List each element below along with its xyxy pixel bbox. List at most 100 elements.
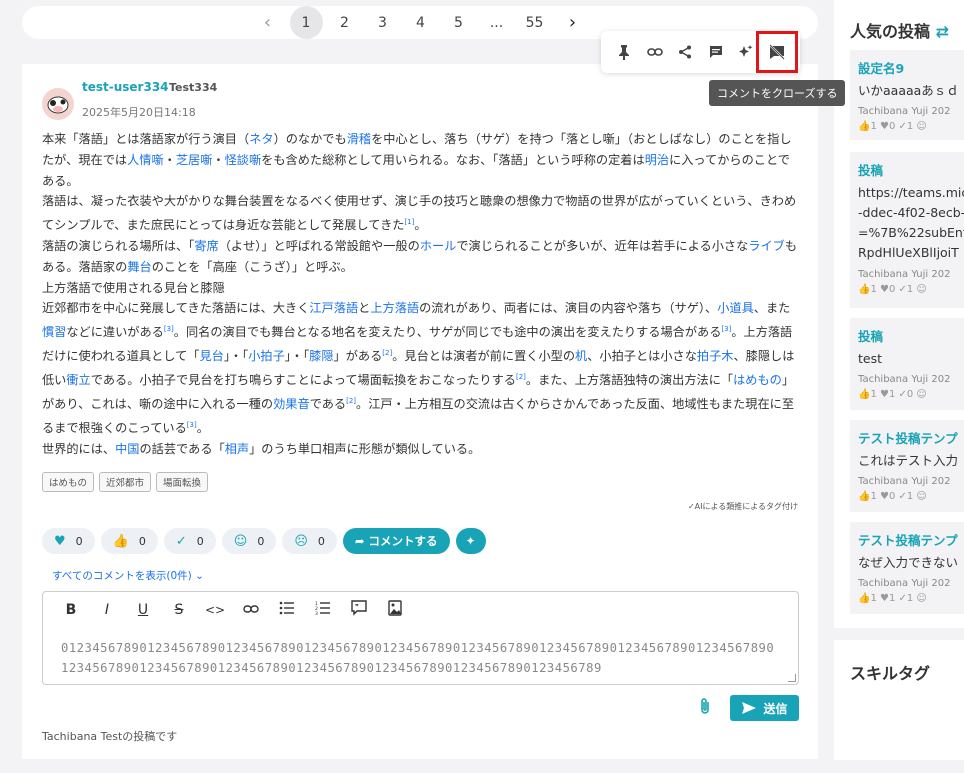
svg-text:3: 3	[315, 611, 318, 615]
smile-icon: ☺	[233, 533, 248, 549]
wiki-link[interactable]: 怪談噺	[225, 153, 262, 167]
ai-comment-button[interactable]: ✦	[455, 528, 486, 554]
close-comments-icon[interactable]	[755, 31, 798, 73]
strikethrough-button[interactable]: S	[161, 602, 197, 618]
popular-post-stats: 👍1 ♥0 ✓1 ☺	[858, 284, 927, 295]
popular-post-author: Tachibana Yuji 202	[858, 269, 951, 280]
link-button[interactable]	[233, 602, 269, 618]
comment-editor: B I U S <> 123 ❞ 01234567890123456789012…	[42, 591, 799, 685]
page-4-button[interactable]: 4	[402, 6, 440, 39]
reaction-check-button[interactable]: ✓ 0	[163, 528, 216, 554]
wiki-link[interactable]: 滑稽	[347, 132, 371, 146]
popular-post-card[interactable]: 設定名9 いかaaaaaあｓｄ Tachibana Yuji 202 👍1 ♥0…	[850, 50, 964, 140]
reaction-surprised-button[interactable]: ☹ 0	[282, 528, 337, 554]
popular-post-author: Tachibana Yuji 202	[858, 106, 951, 117]
share-icon[interactable]	[674, 41, 696, 63]
svg-text:❞: ❞	[355, 603, 359, 611]
reaction-count: 0	[138, 534, 146, 548]
page-55-button[interactable]: 55	[516, 6, 554, 39]
bold-button[interactable]: B	[53, 602, 89, 618]
tag-chip[interactable]: はめもの	[42, 472, 95, 492]
popular-post-author: Tachibana Yuji 202	[858, 476, 951, 487]
underline-button[interactable]: U	[125, 602, 161, 618]
ai-sparkle-icon[interactable]	[735, 41, 757, 63]
reaction-heart-button[interactable]: ♥ 0	[42, 528, 95, 554]
wiki-link[interactable]: ネタ	[249, 132, 273, 146]
comment-button[interactable]: ➦ コメントする	[342, 528, 450, 554]
numbered-list-button[interactable]: 123	[305, 601, 341, 619]
prev-page-button[interactable]: ‹	[249, 6, 287, 39]
reaction-smile-button[interactable]: ☺ 0	[221, 528, 277, 554]
show-all-comments-link[interactable]: すべてのコメントを表示(0件) ⌄	[52, 568, 204, 583]
comment-icon[interactable]	[705, 41, 727, 63]
swap-icon[interactable]: ⇄	[936, 22, 949, 41]
chevron-down-icon: ⌄	[195, 570, 204, 582]
attach-file-button[interactable]	[699, 697, 711, 719]
popular-post-card[interactable]: テスト投稿テンプ これはテスト入力 Tachibana Yuji 202 👍1 …	[850, 420, 964, 512]
wiki-link[interactable]: ホール	[420, 239, 457, 253]
popular-post-card[interactable]: テスト投稿テンプ なぜ入力できない Tachibana Yuji 202 👍1 …	[850, 522, 964, 614]
post-author-name[interactable]: test-user334	[82, 80, 169, 94]
wiki-link[interactable]: 見台	[199, 349, 223, 363]
popular-post-body: なぜ入力できない	[858, 555, 959, 570]
post-author-handle: Test334	[169, 81, 218, 94]
popular-post-title: テスト投稿テンプ	[858, 431, 958, 446]
wiki-link[interactable]: はめもの	[733, 373, 782, 387]
page-1-button[interactable]: 1	[289, 6, 323, 39]
reaction-count: 0	[196, 534, 204, 548]
wiki-link[interactable]: 芝居噺	[176, 153, 213, 167]
post-paragraph: 落語は、凝った衣装や大がかりな舞台装置をなるべく使用せず、演じ手の技巧と聴衆の想…	[42, 194, 797, 233]
resize-handle[interactable]	[788, 674, 796, 682]
wiki-link[interactable]: ライブ	[748, 239, 785, 253]
avatar[interactable]	[42, 88, 74, 120]
post-paragraph: 本来「落語」とは落語家が行う演目（ネタ）のなかでも滑稽を中心とし、落ち（サゲ）を…	[42, 132, 792, 188]
wiki-link[interactable]: 小拍子	[248, 349, 285, 363]
wiki-link[interactable]: 小道具	[717, 301, 754, 315]
wiki-link[interactable]: 慣習	[42, 325, 66, 339]
popular-post-stats: 👍1 ♥0 ✓1 ☺	[858, 491, 927, 502]
page-5-button[interactable]: 5	[440, 6, 478, 39]
paperclip-icon	[701, 698, 709, 714]
wiki-link[interactable]: 拍子木	[697, 349, 734, 363]
comment-textarea[interactable]: 0123456789012345678901234567890123456789…	[61, 638, 781, 683]
wiki-link[interactable]: 効果音	[273, 397, 310, 411]
wiki-link[interactable]: 人情噺	[127, 153, 164, 167]
wiki-link[interactable]: 中国	[115, 442, 139, 456]
send-icon	[742, 702, 757, 714]
popular-post-card[interactable]: 投稿 https://teams.mic -ddec-4f02-8ecb- =%…	[850, 152, 964, 308]
popular-posts-title: 人気の投稿 ⇄	[850, 22, 949, 41]
reaction-thumbs-up-button[interactable]: 👍 0	[100, 528, 158, 554]
page-2-button[interactable]: 2	[326, 6, 364, 39]
comment-section: ♥ 0 👍 0 ✓ 0 ☺ 0 ☹ 0 ➦ コメントする ✦ すべてのコメントを…	[22, 519, 818, 759]
code-button[interactable]: <>	[197, 603, 233, 617]
quote-button[interactable]: ❞	[341, 600, 377, 620]
wiki-link[interactable]: 寄席	[194, 239, 218, 253]
wiki-link[interactable]: 机	[575, 349, 587, 363]
tag-chip[interactable]: 場面転換	[156, 472, 209, 492]
bullet-list-button[interactable]	[269, 601, 305, 619]
reaction-count: 0	[257, 534, 265, 548]
italic-button[interactable]: I	[89, 602, 125, 618]
wiki-link[interactable]: 明治	[645, 153, 669, 167]
send-button[interactable]: 送信	[730, 695, 799, 721]
wiki-link[interactable]: 上方落語	[370, 301, 419, 315]
popular-posts-sidebar: 人気の投稿 ⇄ 設定名9 いかaaaaaあｓｄ Tachibana Yuji 2…	[834, 0, 964, 628]
popular-post-body: これはテスト入力	[858, 453, 959, 468]
next-page-button[interactable]: ›	[554, 6, 592, 39]
image-button[interactable]	[377, 600, 413, 620]
wiki-link[interactable]: 舞台	[127, 260, 151, 274]
wiki-link[interactable]: 江戸落語	[309, 301, 358, 315]
wiki-link[interactable]: 相声	[225, 442, 249, 456]
wiki-link[interactable]: 膝隠	[309, 349, 333, 363]
post-body: 本来「落語」とは落語家が行う演目（ネタ）のなかでも滑稽を中心とし、落ち（サゲ）を…	[42, 129, 802, 459]
link-icon[interactable]	[644, 41, 666, 63]
popular-post-stats: 👍1 ♥1 ✓1 ☺	[858, 593, 927, 604]
tag-list: はめもの 近郊都市 場面転換	[42, 472, 209, 492]
tag-chip[interactable]: 近郊都市	[99, 472, 152, 492]
numbered-list-icon: 123	[315, 601, 330, 617]
link-icon	[243, 605, 259, 613]
page-3-button[interactable]: 3	[364, 6, 402, 39]
popular-post-card[interactable]: 投稿 test Tachibana Yuji 202 👍1 ♥1 ✓0 ☺	[850, 318, 964, 410]
wiki-link[interactable]: 衝立	[66, 373, 90, 387]
pin-icon[interactable]	[613, 41, 635, 63]
